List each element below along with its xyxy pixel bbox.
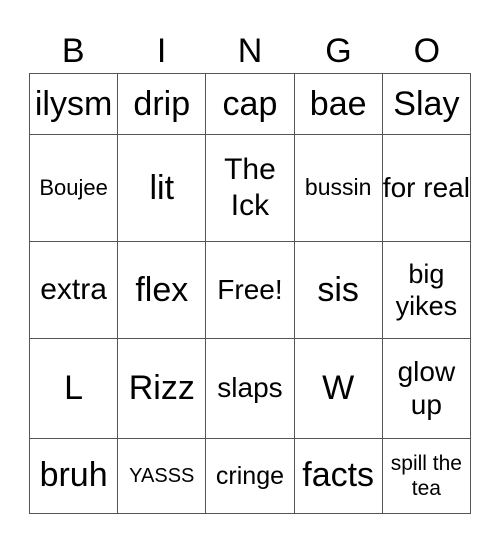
bingo-cell-text: cringe: [215, 461, 285, 490]
bingo-cell[interactable]: bruh: [28, 437, 119, 515]
bingo-cell[interactable]: big yikes: [381, 241, 472, 339]
bingo-cell[interactable]: lit: [117, 134, 207, 243]
bingo-cell-text: for real: [382, 172, 470, 204]
bingo-cell-text: flex: [135, 270, 189, 309]
bingo-cell-text: big yikes: [395, 258, 458, 321]
bingo-cell[interactable]: L: [28, 337, 119, 439]
bingo-cell-text: bae: [309, 84, 367, 123]
bingo-cell[interactable]: extra: [28, 241, 119, 339]
bingo-cell[interactable]: Rizz: [117, 337, 207, 439]
bingo-card: ilysm drip cap bae Slay Boujee lit The Ick bussi…: [28, 72, 472, 515]
bingo-cell-text: sis: [317, 270, 359, 309]
bingo-row: ilysm drip cap bae Slay: [28, 72, 472, 136]
bingo-cell[interactable]: for real: [381, 134, 472, 243]
bingo-cell-text: bussin: [304, 174, 372, 201]
bingo-cell-text: drip: [133, 84, 191, 123]
bingo-cell-text: slaps: [217, 372, 283, 404]
bingo-row: bruh YASSS cringe facts spill the tea: [28, 437, 472, 515]
bingo-cell[interactable]: bae: [293, 72, 383, 136]
bingo-cell[interactable]: flex: [117, 241, 207, 339]
bingo-cell[interactable]: cringe: [205, 437, 295, 515]
bingo-row: L Rizz slaps Wglow up: [28, 337, 472, 439]
bingo-cell[interactable]: bussin: [293, 134, 383, 243]
bingo-cell[interactable]: spill the tea: [381, 437, 472, 515]
header-letter: G: [325, 32, 352, 70]
header-letter: N: [237, 32, 263, 70]
bingo-cell[interactable]: Boujee: [28, 134, 119, 243]
bingo-cell[interactable]: Free!: [205, 241, 295, 339]
bingo-cell[interactable]: W: [293, 337, 383, 439]
bingo-cell-text: extra: [40, 272, 107, 306]
bingo-cell-text: The Ick: [224, 153, 276, 223]
bingo-row: extra flex Free! sis big yikes: [28, 241, 472, 339]
bingo-cell-text: Rizz: [128, 368, 195, 407]
bingo-cell[interactable]: cap: [205, 72, 295, 136]
bingo-cell-text: W: [322, 368, 355, 407]
bingo-cell-text: cap: [222, 84, 278, 123]
bingo-cell-text: glow up: [397, 355, 456, 421]
bingo-cell[interactable]: facts: [293, 437, 383, 515]
bingo-cell-text: YASSS: [129, 464, 195, 487]
bingo-cell[interactable]: ilysm: [28, 72, 119, 136]
bingo-cell-text: Boujee: [39, 175, 108, 201]
bingo-row: Boujee lit The Ick bussin for real: [28, 134, 472, 243]
bingo-cell-text: Free!: [217, 274, 283, 306]
bingo-cell-text: facts: [302, 456, 375, 495]
bingo-cell[interactable]: slaps: [205, 337, 295, 439]
bingo-header: B I N G O: [29, 30, 471, 73]
bingo-cell[interactable]: sis: [293, 241, 383, 339]
bingo-cell[interactable]: Slay: [381, 72, 472, 136]
bingo-cell[interactable]: The Ick: [205, 134, 295, 243]
bingo-cell[interactable]: drip: [117, 72, 207, 136]
header-letter: B: [61, 32, 85, 70]
bingo-cell-text: bruh: [39, 456, 108, 495]
bingo-cell[interactable]: YASSS: [117, 437, 207, 515]
header-letter: I: [156, 32, 167, 70]
bingo-cell-text: lit: [149, 168, 175, 207]
bingo-cell-text: Slay: [393, 84, 460, 123]
header-letter: O: [413, 32, 441, 70]
bingo-cell[interactable]: glow up: [381, 337, 472, 439]
bingo-cell-text: spill the tea: [390, 451, 462, 500]
bingo-cell-text: ilysm: [34, 84, 113, 123]
bingo-cell-text: L: [64, 368, 84, 407]
